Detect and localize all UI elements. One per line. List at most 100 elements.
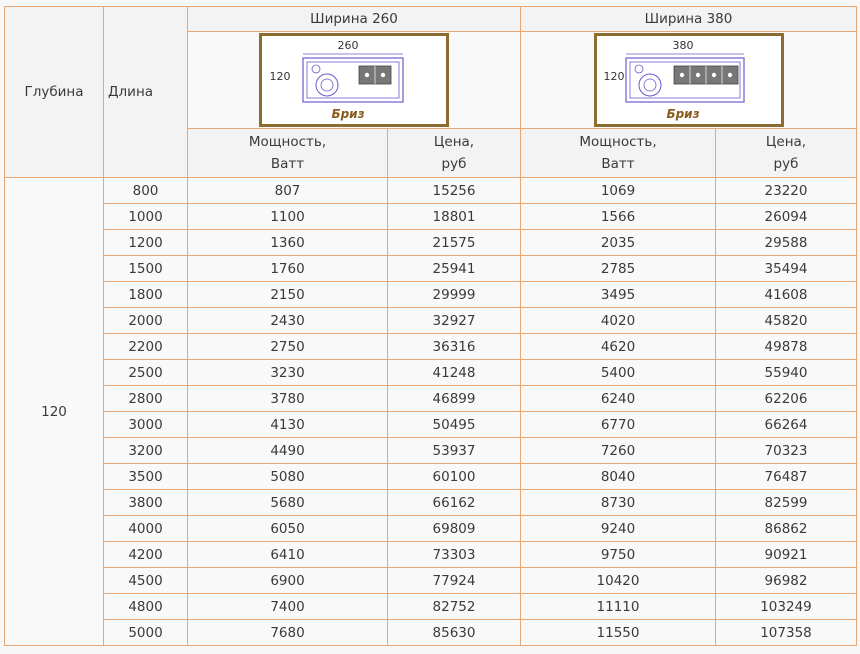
length-cell: 1000 — [103, 203, 188, 230]
price-260-cell: 53937 — [387, 437, 521, 464]
power-380-cell: 9240 — [520, 515, 716, 542]
price-260-cell: 32927 — [387, 307, 521, 334]
power-380-cell: 8730 — [520, 489, 716, 516]
table-row: 1500 1760 25941 2785 35494 — [5, 255, 857, 282]
table-row: 4500 6900 77924 10420 96982 — [5, 567, 857, 594]
power-260-header: Мощность, Ватт — [187, 128, 388, 178]
length-cell: 3500 — [103, 463, 188, 490]
length-header: Длина — [103, 6, 188, 178]
price-260-cell: 73303 — [387, 541, 521, 568]
power-260-cell: 2750 — [187, 333, 388, 360]
table-row: 3800 5680 66162 8730 82599 — [5, 489, 857, 516]
depth-header: Глубина — [4, 6, 104, 178]
power-260-cell: 4130 — [187, 411, 388, 438]
price-260-cell: 77924 — [387, 567, 521, 594]
svg-text:Бриз: Бриз — [331, 107, 364, 121]
power-380-cell: 1069 — [520, 177, 716, 204]
price-260-cell: 25941 — [387, 255, 521, 282]
svg-text:380: 380 — [672, 39, 693, 52]
power-380-cell: 8040 — [520, 463, 716, 490]
price-260-cell: 69809 — [387, 515, 521, 542]
price-380-cell: 70323 — [715, 437, 857, 464]
power-380-cell: 2035 — [520, 229, 716, 256]
price-260-header: Цена, руб — [387, 128, 521, 178]
diagram-380-cell: 380 120 Бриз — [520, 31, 857, 129]
price-380-cell: 45820 — [715, 307, 857, 334]
table-row: 120 800 807 15256 1069 23220 — [4, 177, 857, 646]
price-260-cell: 18801 — [387, 203, 521, 230]
length-cell: 2000 — [103, 307, 188, 334]
price-380-cell: 96982 — [715, 567, 857, 594]
power-260-cell: 1100 — [187, 203, 388, 230]
price-380-cell: 66264 — [715, 411, 857, 438]
diagram-260-cell: 260 120 Бриз — [187, 31, 521, 129]
length-cell: 800 — [103, 177, 188, 204]
power-380-cell: 10420 — [520, 567, 716, 594]
svg-text:120: 120 — [603, 70, 624, 83]
price-380-cell: 82599 — [715, 489, 857, 516]
power-380-cell: 7260 — [520, 437, 716, 464]
price-260-cell: 29999 — [387, 281, 521, 308]
power-380-cell: 9750 — [520, 541, 716, 568]
svg-text:120: 120 — [270, 70, 291, 83]
length-cell: 4000 — [103, 515, 188, 542]
price-260-cell: 60100 — [387, 463, 521, 490]
price-table: Глубина Длина Ширина 260 Ширина 380 260 … — [4, 6, 857, 646]
power-380-cell: 4020 — [520, 307, 716, 334]
power-260-cell: 5080 — [187, 463, 388, 490]
table-row: 5000 7680 85630 11550 107358 — [5, 619, 857, 646]
price-260-cell: 46899 — [387, 385, 521, 412]
power-380-header: Мощность, Ватт — [520, 128, 716, 178]
power-260-cell: 2150 — [187, 281, 388, 308]
table-row: 2200 2750 36316 4620 49878 — [5, 333, 857, 360]
table-row: 4200 6410 73303 9750 90921 — [5, 541, 857, 568]
length-cell: 3200 — [103, 437, 188, 464]
power-380-cell: 11110 — [520, 593, 716, 620]
power-260-cell: 1760 — [187, 255, 388, 282]
power-380-cell: 4620 — [520, 333, 716, 360]
price-380-cell: 49878 — [715, 333, 857, 360]
price-260-cell: 21575 — [387, 229, 521, 256]
table-row: 3200 4490 53937 7260 70323 — [5, 437, 857, 464]
table-row: 2500 3230 41248 5400 55940 — [5, 359, 857, 386]
price-260-cell: 36316 — [387, 333, 521, 360]
price-260-cell: 41248 — [387, 359, 521, 386]
length-cell: 4500 — [103, 567, 188, 594]
convector-diagram-380: 380 120 Бриз — [593, 33, 784, 127]
price-260-cell: 50495 — [387, 411, 521, 438]
price-380-cell: 90921 — [715, 541, 857, 568]
table-body: 120 800 807 15256 1069 23220 1000 1100 18801 1566… — [4, 177, 857, 646]
table-row: 1800 2150 29999 3495 41608 — [5, 281, 857, 308]
length-cell: 1200 — [103, 229, 188, 256]
price-380-cell: 26094 — [715, 203, 857, 230]
power-380-cell: 1566 — [520, 203, 716, 230]
length-cell: 2200 — [103, 333, 188, 360]
length-cell: 1500 — [103, 255, 188, 282]
price-260-cell: 15256 — [387, 177, 521, 204]
length-cell: 2500 — [103, 359, 188, 386]
power-260-cell: 7680 — [187, 619, 388, 646]
length-cell: 3800 — [103, 489, 188, 516]
power-260-cell: 3780 — [187, 385, 388, 412]
power-260-cell: 3230 — [187, 359, 388, 386]
length-cell: 2800 — [103, 385, 188, 412]
length-cell: 1800 — [103, 281, 188, 308]
table-row: 3500 5080 60100 8040 76487 — [5, 463, 857, 490]
price-380-cell: 62206 — [715, 385, 857, 412]
table-row: 4000 6050 69809 9240 86862 — [5, 515, 857, 542]
table-row: 2800 3780 46899 6240 62206 — [5, 385, 857, 412]
power-260-cell: 807 — [187, 177, 388, 204]
price-380-header: Цена, руб — [715, 128, 857, 178]
svg-text:260: 260 — [338, 39, 359, 52]
length-cell: 5000 — [103, 619, 188, 646]
width-260-header: Ширина 260 — [187, 6, 521, 32]
price-380-cell: 35494 — [715, 255, 857, 282]
power-260-cell: 6900 — [187, 567, 388, 594]
price-380-cell: 23220 — [715, 177, 857, 204]
power-260-cell: 5680 — [187, 489, 388, 516]
power-260-cell: 1360 — [187, 229, 388, 256]
power-380-cell: 5400 — [520, 359, 716, 386]
power-260-cell: 6410 — [187, 541, 388, 568]
table-row: 4800 7400 82752 11110 103249 — [5, 593, 857, 620]
depth-value-cell: 120 — [4, 177, 104, 646]
